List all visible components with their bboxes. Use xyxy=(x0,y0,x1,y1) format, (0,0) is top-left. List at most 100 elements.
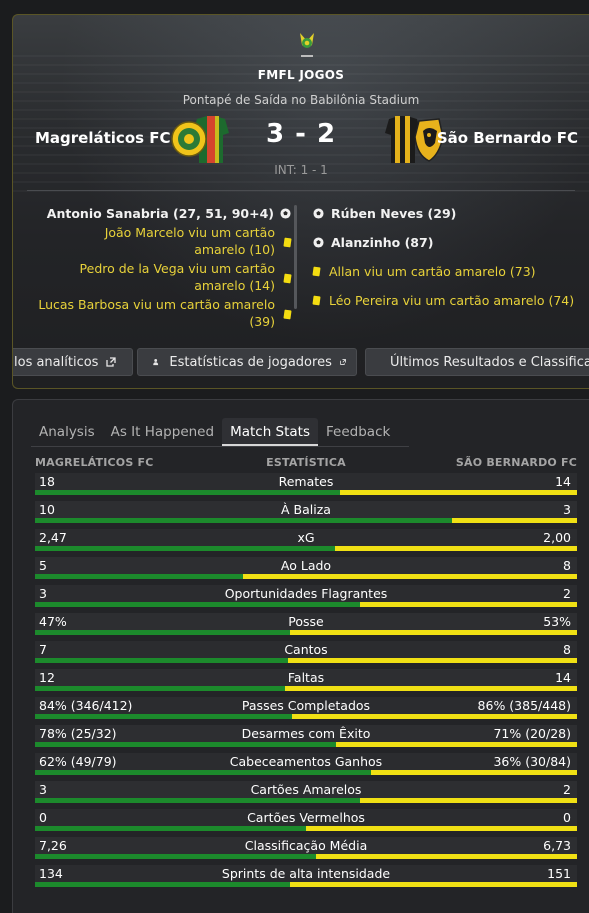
away-team-name[interactable]: São Bernardo FC xyxy=(437,129,578,147)
home-card-event[interactable]: Lucas Barbosa viu um cartão amarelo (39) xyxy=(23,296,292,330)
results-link-button[interactable]: Últimos Resultados e Classificação xyxy=(365,348,589,376)
yellow-card-icon xyxy=(283,273,292,284)
away-share-bar xyxy=(243,574,577,579)
stat-comparison-bar xyxy=(35,518,577,523)
football-icon xyxy=(280,208,291,219)
yellow-card-icon xyxy=(312,295,321,306)
home-card-event[interactable]: João Marcelo viu um cartão amarelo (10) xyxy=(61,224,292,258)
away-stat-value: 2 xyxy=(563,586,571,601)
external-link-icon xyxy=(106,357,117,367)
away-share-bar xyxy=(289,882,577,887)
chip-label: Estatísticas de jogadores xyxy=(169,354,332,370)
away-stat-value: 0 xyxy=(563,810,571,825)
home-share-bar xyxy=(35,518,452,523)
tab-as-it-happened[interactable]: As It Happened xyxy=(103,418,222,446)
stat-row[interactable]: 47% Posse 53% xyxy=(35,611,577,639)
home-share-bar xyxy=(35,714,292,719)
stats-column-headers: MAGRELÁTICOS FC ESTATÍSTICA SÃO BERNARDO… xyxy=(35,456,577,470)
away-goal-event[interactable]: Alanzinho (87) xyxy=(313,234,583,251)
stat-comparison-bar xyxy=(35,714,577,719)
home-share-bar xyxy=(35,854,317,859)
stat-comparison-bar xyxy=(35,826,577,831)
home-goal-event[interactable]: Antonio Sanabria (27, 51, 90+4) xyxy=(23,205,291,222)
stat-label: Cartões Amarelos xyxy=(250,782,362,797)
event-text: Rúben Neves (29) xyxy=(331,206,457,221)
stat-comparison-bar xyxy=(35,574,577,579)
away-stat-value: 2,00 xyxy=(543,530,571,545)
away-stat-value: 36% (30/84) xyxy=(493,754,571,769)
stat-comparison-bar xyxy=(35,770,577,775)
kickoff-venue: Pontapé de Saída no Babilônia Stadium xyxy=(182,93,420,107)
stat-comparison-bar xyxy=(35,882,577,887)
stat-comparison-bar xyxy=(35,602,577,607)
stat-label: Posse xyxy=(288,614,324,629)
match-header-card: FMFL JOGOS Pontapé de Saída no Babilônia… xyxy=(12,14,589,389)
away-stat-value: 6,73 xyxy=(543,838,571,853)
events-scrollbar[interactable] xyxy=(294,205,297,309)
home-share-bar xyxy=(35,546,335,551)
stat-row[interactable]: 3 Oportunidades Flagrantes 2 xyxy=(35,583,577,611)
away-share-bar xyxy=(285,686,577,691)
stat-row[interactable]: 12 Faltas 14 xyxy=(35,667,577,695)
home-events-list: Antonio Sanabria (27, 51, 90+4) João Mar… xyxy=(23,205,292,332)
player-stats-link-button[interactable]: Estatísticas de jogadores xyxy=(137,348,357,376)
stat-comparison-bar xyxy=(35,658,577,663)
chip-label: los analíticos xyxy=(14,354,99,370)
stat-label: Remates xyxy=(278,474,334,489)
football-icon xyxy=(313,237,324,248)
analytics-link-button[interactable]: los analíticos xyxy=(13,348,133,376)
stat-row[interactable]: 0 Cartões Vermelhos 0 xyxy=(35,807,577,835)
stat-row[interactable]: 2,47 xG 2,00 xyxy=(35,527,577,555)
yellow-card-icon xyxy=(283,237,292,248)
away-share-bar xyxy=(339,490,577,495)
tab-analysis[interactable]: Analysis xyxy=(31,418,103,446)
tab-feedback[interactable]: Feedback xyxy=(318,418,398,446)
stat-label: Classificação Média xyxy=(244,838,368,853)
yellow-card-icon xyxy=(283,309,292,320)
home-card-event[interactable]: Pedro de la Vega viu um cartão amarelo (… xyxy=(61,260,292,294)
away-card-event[interactable]: Léo Pereira viu um cartão amarelo (74) xyxy=(312,292,583,309)
tab-match-stats[interactable]: Match Stats xyxy=(222,418,319,446)
away-card-event[interactable]: Allan viu um cartão amarelo (73) xyxy=(312,263,583,280)
stat-row[interactable]: 7,26 Classificação Média 6,73 xyxy=(35,835,577,863)
home-share-bar xyxy=(35,490,340,495)
stat-row[interactable]: 7 Cantos 8 xyxy=(35,639,577,667)
chip-label: Últimos Resultados e Classificação xyxy=(390,354,589,370)
stat-row[interactable]: 5 Ao Lado 8 xyxy=(35,555,577,583)
away-share-bar xyxy=(451,518,577,523)
home-share-bar xyxy=(35,826,306,831)
home-share-bar xyxy=(35,686,286,691)
league-logo-icon xyxy=(300,33,314,57)
stat-comparison-bar xyxy=(35,490,577,495)
stat-row[interactable]: 62% (49/79) Cabeceamentos Ganhos 36% (30/8… xyxy=(35,751,577,779)
event-text: Allan viu um cartão amarelo (73) xyxy=(329,264,536,279)
home-share-bar xyxy=(35,742,337,747)
event-text: Léo Pereira viu um cartão amarelo (74) xyxy=(329,293,575,308)
header-divider xyxy=(27,190,575,191)
away-share-bar xyxy=(316,854,577,859)
stat-label: Cartões Vermelhos xyxy=(247,810,365,825)
stat-comparison-bar xyxy=(35,854,577,859)
stat-row[interactable]: 18 Remates 14 xyxy=(35,471,577,499)
stat-row[interactable]: 3 Cartões Amarelos 2 xyxy=(35,779,577,807)
stat-comparison-bar xyxy=(35,798,577,803)
yellow-card-icon xyxy=(312,266,321,277)
home-share-bar xyxy=(35,602,361,607)
away-events-list: Rúben Neves (29) Alanzinho (87) Allan vi… xyxy=(312,205,583,311)
away-stat-value: 151 xyxy=(547,866,571,881)
stat-row[interactable]: 134 Sprints de alta intensidade 151 xyxy=(35,863,577,891)
stat-row[interactable]: 10 À Baliza 3 xyxy=(35,499,577,527)
event-text: Alanzinho (87) xyxy=(331,235,434,250)
stat-row[interactable]: 78% (25/32) Desarmes com Êxito 71% (20/28) xyxy=(35,723,577,751)
away-stat-value: 53% xyxy=(543,614,571,629)
away-kit-icon[interactable] xyxy=(383,113,445,165)
stat-label: Sprints de alta intensidade xyxy=(221,866,391,881)
stat-row[interactable]: 84% (346/412) Passes Completados 86% (385/… xyxy=(35,695,577,723)
home-share-bar xyxy=(35,630,290,635)
external-link-icon xyxy=(340,359,346,365)
away-stat-value: 71% (20/28) xyxy=(493,726,571,741)
away-stat-value: 3 xyxy=(563,502,571,517)
away-stat-value: 86% (385/448) xyxy=(477,698,571,713)
away-goal-event[interactable]: Rúben Neves (29) xyxy=(313,205,583,222)
person-icon xyxy=(153,359,159,366)
